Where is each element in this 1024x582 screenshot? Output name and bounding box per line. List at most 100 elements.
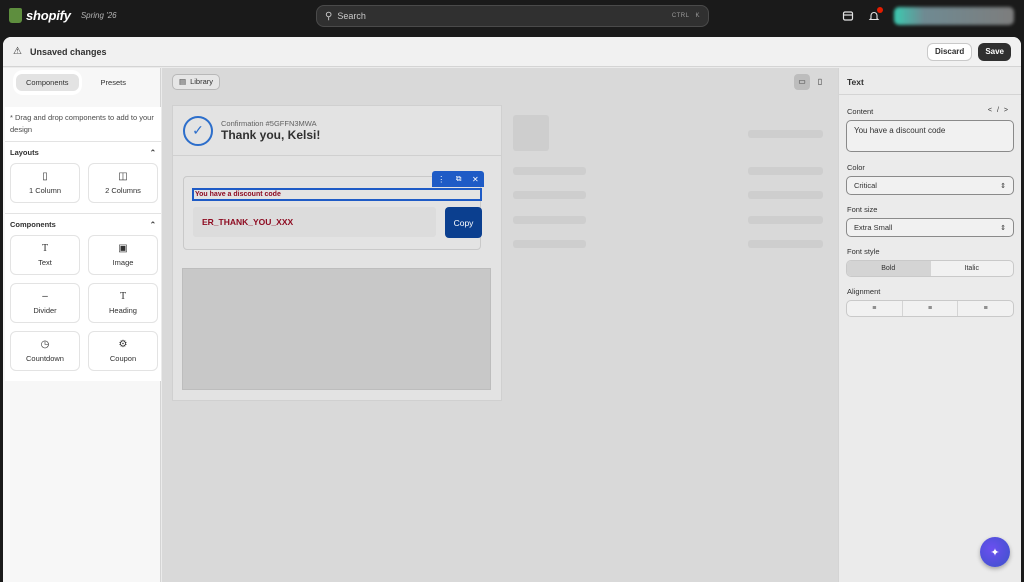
layouts-grid: ▯ 1 Column ◫ 2 Columns	[10, 163, 158, 209]
skeleton-line	[748, 130, 823, 138]
sparkle-icon: ✦	[990, 546, 1000, 559]
components-grid: T Text ▣ Image – Divider T Heading ◷ Cou…	[10, 235, 158, 377]
close-icon[interactable]: ✕	[472, 175, 479, 184]
align-left-icon[interactable]: ≡	[847, 301, 903, 316]
components-panel: Components Presets * Drag and drop compo…	[3, 68, 161, 582]
notification-badge	[877, 7, 883, 13]
search-bar[interactable]: ⚲ Search CTRL K	[316, 5, 709, 27]
unsaved-changes-bar: ⚠ Unsaved changes Discard Save	[3, 37, 1021, 67]
font-size-value: Extra Small	[854, 223, 893, 232]
clock-icon: ◷	[40, 338, 50, 350]
two-columns-icon: ◫	[118, 170, 128, 182]
library-label: Library	[190, 77, 214, 86]
layouts-header[interactable]: Layouts ⌃	[10, 146, 156, 163]
divider-icon: –	[42, 290, 48, 302]
content-textarea[interactable]: You have a discount code	[846, 120, 1014, 152]
layout-label: 2 Columns	[105, 185, 141, 195]
align-center-icon[interactable]: ≡	[903, 301, 959, 316]
color-value: Critical	[854, 181, 877, 190]
skeleton-thumbnail	[513, 115, 549, 151]
duplicate-icon[interactable]: ⧉	[456, 174, 462, 184]
layout-label: 1 Column	[28, 185, 62, 195]
layouts-title: Layouts	[10, 148, 39, 157]
components-title: Components	[10, 220, 56, 229]
component-label: Coupon	[109, 353, 137, 363]
component-image[interactable]: ▣ Image	[88, 235, 158, 275]
desktop-preview-icon[interactable]: ▭	[794, 73, 810, 90]
more-options-icon[interactable]: ⋮	[437, 175, 445, 184]
confirmation-number: Confirmation #5GFFN3MWA	[221, 119, 317, 128]
shopify-logo[interactable]: shopify Spring '26	[9, 8, 117, 23]
drag-drop-hint: * Drag and drop components to add to you…	[5, 107, 161, 141]
discount-block[interactable]: ⋮ ⧉ ✕ You have a discount code ER_THANK_…	[183, 171, 484, 250]
color-select[interactable]: Critical ⇕	[846, 176, 1014, 195]
components-section: Components ⌃ T Text ▣ Image – Divider T …	[5, 213, 161, 381]
text-icon: T	[41, 242, 49, 254]
select-arrows-icon: ⇕	[1000, 224, 1006, 232]
shopify-bag-icon	[9, 8, 22, 23]
layout-2-columns[interactable]: ◫ 2 Columns	[88, 163, 158, 203]
library-button[interactable]: ▤ Library	[172, 73, 221, 90]
image-icon: ▣	[118, 242, 128, 254]
component-coupon[interactable]: ⚙ Coupon	[88, 331, 158, 371]
font-style-italic[interactable]: Italic	[931, 261, 1014, 276]
selected-text-element[interactable]: You have a discount code	[192, 188, 482, 201]
skeleton-line	[748, 240, 823, 248]
shortcut-key: K	[695, 13, 700, 19]
tab-presets-label: Presets	[100, 78, 126, 87]
store-icon[interactable]	[842, 10, 854, 22]
font-style-label: Font style	[847, 247, 880, 256]
top-icons	[842, 7, 1014, 25]
email-preview: ✓ Confirmation #5GFFN3MWA Thank you, Kel…	[172, 105, 502, 401]
layout-1-column[interactable]: ▯ 1 Column	[10, 163, 80, 203]
discount-code: ER_THANK_YOU_XXX	[193, 207, 436, 237]
component-label: Countdown	[26, 353, 64, 363]
component-label: Divider	[33, 305, 57, 315]
heading-icon: T	[119, 290, 127, 302]
canvas-toolbar: ▤ Library ▭ ▯	[162, 68, 838, 95]
skeleton-line	[748, 167, 823, 175]
tab-components[interactable]: Components	[16, 73, 79, 92]
unsaved-title: Unsaved changes	[29, 46, 107, 57]
savebar-actions: Discard Save	[926, 42, 1011, 61]
check-circle-icon: ✓	[183, 115, 213, 146]
align-right-icon[interactable]: ≡	[958, 301, 1013, 316]
save-button[interactable]: Save	[978, 42, 1011, 61]
brand-name: shopify	[26, 8, 71, 23]
library-icon: ▤	[179, 77, 187, 86]
editor-frame: ⚠ Unsaved changes Discard Save Component…	[3, 37, 1021, 582]
confirmation-header: ✓ Confirmation #5GFFN3MWA Thank you, Kel…	[173, 106, 501, 156]
season-label: Spring '26	[80, 11, 117, 20]
properties-panel: Text Content </> You have a discount cod…	[838, 68, 1021, 582]
skeleton-line	[513, 191, 586, 199]
components-header[interactable]: Components ⌃	[10, 218, 156, 235]
discard-button[interactable]: Discard	[926, 42, 973, 61]
font-style-bold[interactable]: Bold	[847, 261, 931, 276]
mobile-preview-icon[interactable]: ▯	[812, 74, 828, 90]
store-switcher[interactable]	[894, 7, 1014, 25]
content-label: Content	[847, 107, 874, 116]
component-divider[interactable]: – Divider	[10, 283, 80, 323]
component-countdown[interactable]: ◷ Countdown	[10, 331, 80, 371]
search-placeholder: Search	[337, 11, 366, 21]
keyboard-shortcut: CTRL K	[666, 13, 700, 19]
skeleton-line	[748, 216, 823, 224]
component-label: Image	[112, 257, 134, 267]
properties-title: Text	[839, 68, 1021, 95]
font-size-label: Font size	[847, 205, 878, 214]
thank-you-heading: Thank you, Kelsi!	[221, 128, 321, 142]
email-canvas: ▤ Library ▭ ▯ ✓ Confirmation #5GFFN3MWA …	[162, 68, 838, 582]
skeleton-line	[513, 240, 586, 248]
alignment-toggle: ≡ ≡ ≡	[846, 300, 1014, 317]
notifications-bell-icon[interactable]	[868, 7, 883, 22]
tab-presets[interactable]: Presets	[91, 73, 136, 92]
sidekick-assistant-button[interactable]: ✦	[980, 537, 1010, 567]
component-text[interactable]: T Text	[10, 235, 80, 275]
font-style-toggle: Bold Italic	[846, 260, 1014, 277]
panel-tabs: Components Presets	[3, 68, 160, 97]
component-heading[interactable]: T Heading	[88, 283, 158, 323]
copy-button[interactable]: Copy	[445, 207, 482, 238]
color-label: Color	[847, 163, 865, 172]
code-icon[interactable]: </>	[988, 107, 1013, 116]
font-size-select[interactable]: Extra Small ⇕	[846, 218, 1014, 237]
